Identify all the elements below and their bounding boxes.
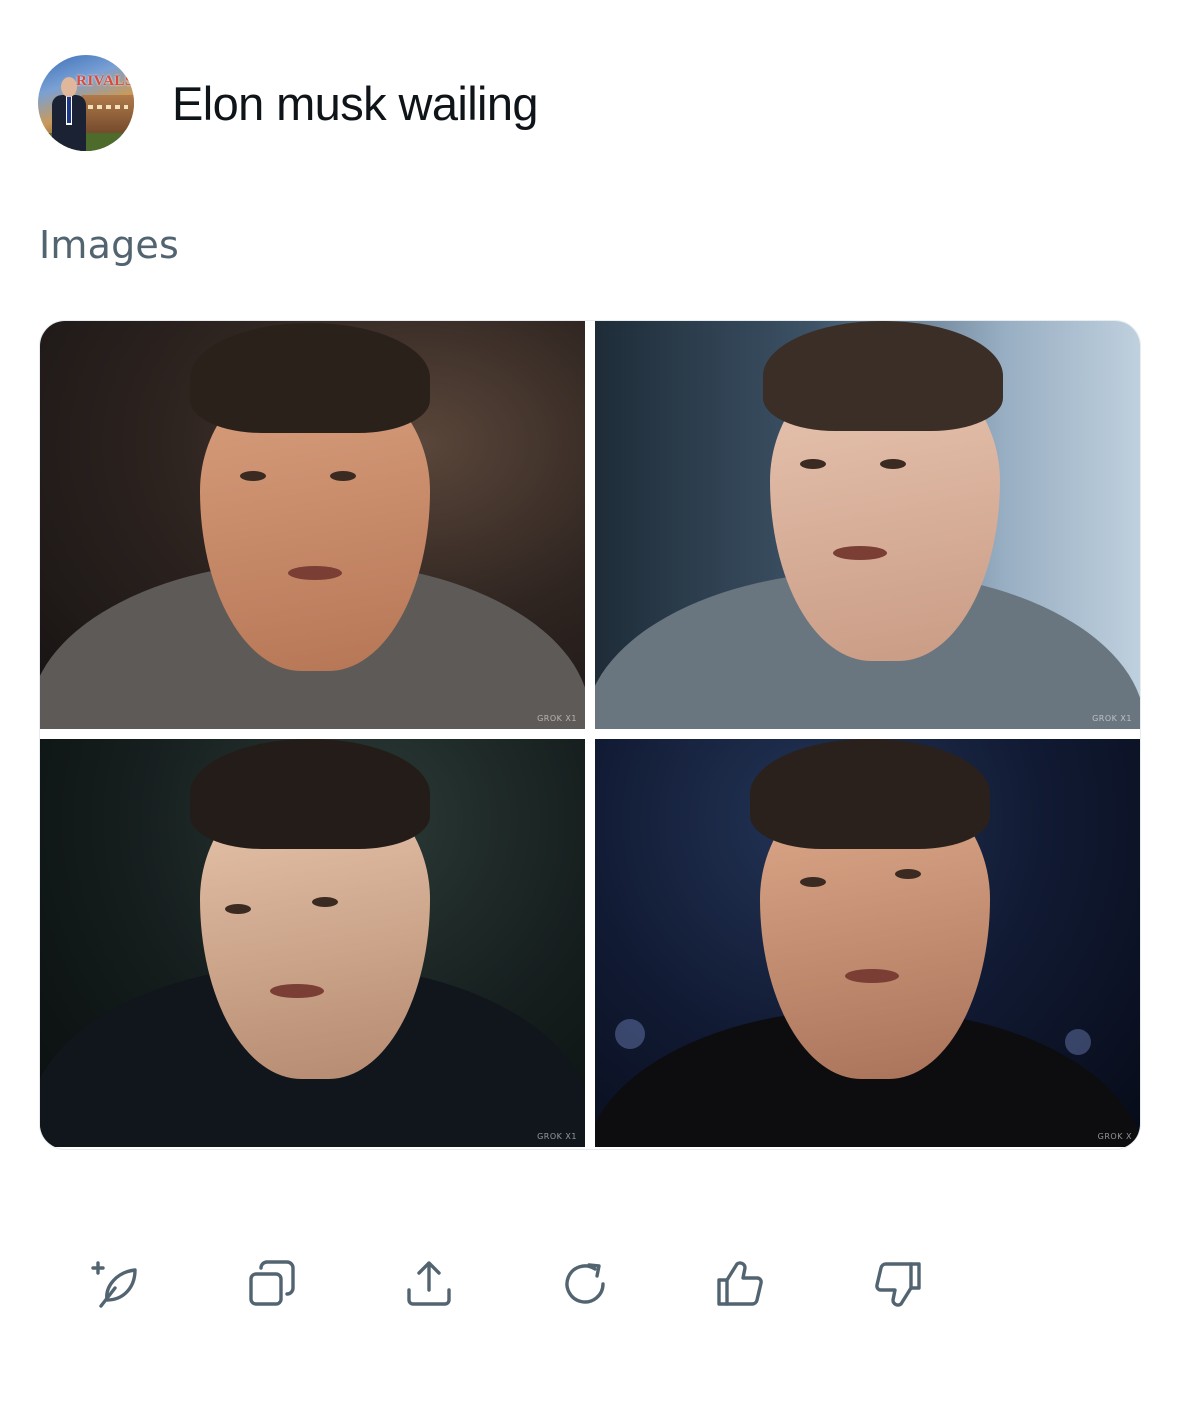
generated-image-3[interactable]: GROK X1 [40, 739, 585, 1147]
post-header: RIVALS Elon musk wailing [38, 55, 539, 151]
regenerate-icon [565, 1263, 605, 1304]
avatar[interactable]: RIVALS [38, 55, 134, 151]
thumbs-up-icon [717, 1261, 763, 1306]
share-icon [407, 1261, 451, 1306]
share-button[interactable] [400, 1256, 458, 1312]
image-watermark: GROK X [1097, 1132, 1132, 1141]
images-section-label: Images [39, 223, 180, 267]
post-title: Elon musk wailing [172, 76, 539, 130]
avatar-logo-text: RIVALS [76, 73, 134, 89]
like-button[interactable] [712, 1256, 770, 1312]
image-watermark: GROK X1 [537, 1132, 577, 1141]
generated-image-2[interactable]: GROK X1 [595, 321, 1140, 729]
dislike-button[interactable] [868, 1256, 926, 1312]
image-watermark: GROK X1 [537, 714, 577, 723]
image-grid: GROK X1 GROK X1 GROK X1 GROK X [39, 320, 1141, 1150]
action-bar [84, 1256, 944, 1312]
new-post-icon [91, 1261, 137, 1308]
new-post-button[interactable] [84, 1256, 142, 1312]
copy-icon [249, 1260, 295, 1306]
regenerate-button[interactable] [556, 1256, 614, 1312]
copy-button[interactable] [244, 1256, 302, 1312]
image-watermark: GROK X1 [1092, 714, 1132, 723]
thumbs-down-icon [875, 1262, 921, 1307]
generated-image-4[interactable]: GROK X [595, 739, 1140, 1147]
generated-image-1[interactable]: GROK X1 [40, 321, 585, 729]
